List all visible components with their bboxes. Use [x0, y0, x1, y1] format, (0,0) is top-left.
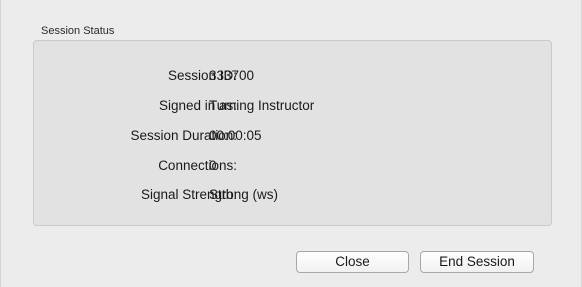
session-id-row: Session ID: 333700: [34, 66, 551, 86]
signed-in-as-value: Turning Instructor: [209, 98, 315, 113]
signed-in-as-row: Signed in as: Turning Instructor: [34, 96, 551, 116]
session-duration-value: 00:00:05: [209, 128, 262, 143]
connections-row: Connections: 0: [34, 156, 551, 176]
signal-strength-value: Strong (ws): [209, 187, 279, 202]
session-status-dialog: Session Status Session ID: 333700 Signed…: [0, 0, 582, 287]
session-duration-row: Session Duration: 00:00:05: [34, 126, 551, 146]
end-session-button[interactable]: End Session: [420, 251, 534, 273]
connections-label: Connections:: [158, 158, 237, 173]
session-id-value: 333700: [209, 68, 255, 83]
group-title: Session Status: [41, 25, 115, 37]
connections-value: 0: [209, 158, 217, 173]
session-status-group: Session ID: 333700 Signed in as: Turning…: [33, 40, 552, 226]
signal-strength-row: Signal Strength: Strong (ws): [34, 185, 551, 205]
close-button[interactable]: Close: [296, 251, 409, 273]
